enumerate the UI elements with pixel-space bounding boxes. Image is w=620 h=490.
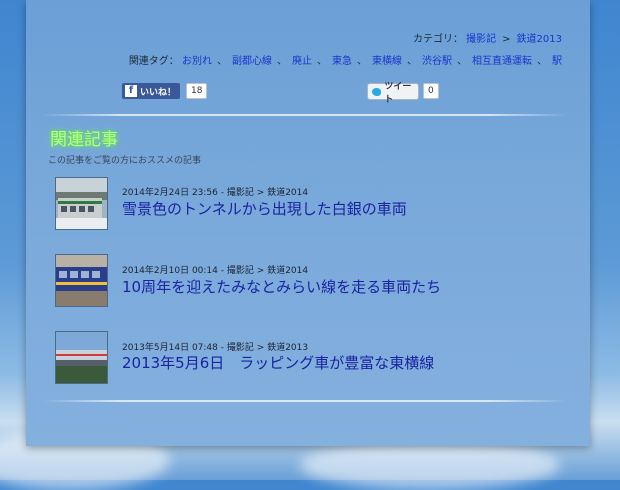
cloud xyxy=(300,440,560,490)
facebook-like-button[interactable]: f いいね！ xyxy=(122,83,180,99)
article-title-link[interactable]: 雪景色のトンネルから出現した白銀の車両 xyxy=(122,198,407,219)
related-articles-heading: 関連記事 xyxy=(50,130,118,150)
meta-separator: > xyxy=(256,188,265,198)
article-meta: 2014年2月10日 00:14 - 撮影記 > 鉄道2014 xyxy=(122,263,308,276)
train-photo-icon xyxy=(56,178,107,229)
facebook-like-count: 18 xyxy=(186,83,208,99)
tag-link[interactable]: 渋谷駅 xyxy=(422,56,452,67)
article-category-link[interactable]: 撮影記 xyxy=(227,266,254,276)
twitter-bird-icon xyxy=(372,87,382,96)
article-subcategory-link[interactable]: 鉄道2014 xyxy=(267,266,308,276)
divider xyxy=(42,114,568,116)
tweet-count: 0 xyxy=(423,83,439,99)
article-subcategory-link[interactable]: 鉄道2014 xyxy=(267,188,308,198)
meta-dash: - xyxy=(220,266,225,276)
tag-link[interactable]: 東横線 xyxy=(372,56,402,67)
tags-label: 関連タグ： xyxy=(128,56,179,67)
article-thumbnail[interactable] xyxy=(55,331,108,384)
article-thumbnail[interactable] xyxy=(55,254,108,307)
meta-separator: > xyxy=(256,266,265,276)
article-thumbnail[interactable] xyxy=(55,177,108,230)
article-category-link[interactable]: 撮影記 xyxy=(227,188,254,198)
breadcrumb-parent-link[interactable]: 撮影記 xyxy=(466,34,496,45)
article-date: 2014年2月24日 23:56 xyxy=(122,188,218,198)
breadcrumb-current-link[interactable]: 鉄道2013 xyxy=(517,34,562,45)
tag-link[interactable]: 駅 xyxy=(552,56,562,67)
breadcrumb-separator: > xyxy=(502,34,511,45)
facebook-like-label: いいね！ xyxy=(140,87,177,98)
related-articles-subtitle: この記事をご覧の方におススメの記事 xyxy=(48,156,202,166)
train-photo-icon xyxy=(56,332,107,383)
tag-link[interactable]: お別れ xyxy=(182,56,212,67)
tweet-button[interactable]: ツイート xyxy=(367,82,419,105)
article-meta: 2014年2月24日 23:56 - 撮影記 > 鉄道2014 xyxy=(122,185,308,198)
divider xyxy=(42,400,568,402)
train-photo-icon xyxy=(56,255,107,306)
tag-link[interactable]: 廃止 xyxy=(292,56,312,67)
breadcrumb-label: カテゴリ： xyxy=(412,34,463,45)
tag-link[interactable]: 相互直通運転 xyxy=(472,56,532,67)
article-date: 2014年2月10日 00:14 xyxy=(122,266,218,276)
tweet-label: ツイート xyxy=(384,81,412,105)
meta-dash: - xyxy=(220,188,225,198)
facebook-icon: f xyxy=(125,85,137,97)
article-title-link[interactable]: 2013年5月6日 ラッピング車が豊富な東横線 xyxy=(122,352,434,373)
tag-link[interactable]: 東急 xyxy=(332,56,352,67)
content-panel: カテゴリ： 撮影記 > 鉄道2013 関連タグ： お別れ、副都心線、廃止、東急、東横… xyxy=(26,0,590,446)
tag-link[interactable]: 副都心線 xyxy=(232,56,272,67)
breadcrumb: カテゴリ： 撮影記 > 鉄道2013 xyxy=(413,30,562,45)
tag-list: 関連タグ： お別れ、副都心線、廃止、東急、東横線、渋谷駅、相互直通運転、駅 xyxy=(128,56,562,67)
article-title-link[interactable]: 10周年を迎えたみなとみらい線を走る車両たち xyxy=(122,276,441,297)
